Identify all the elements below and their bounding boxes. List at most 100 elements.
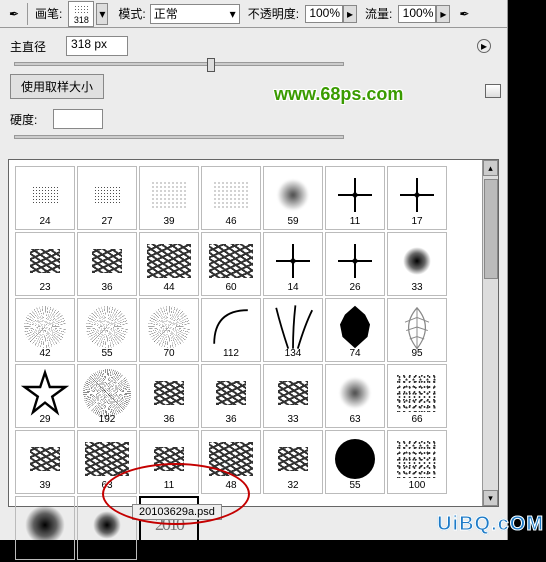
mode-select[interactable]: 正常 ▾ xyxy=(150,4,240,24)
brush-stroke-icon xyxy=(331,306,379,348)
brush-preset-cell[interactable]: 23 xyxy=(15,232,75,296)
triangle-up-icon: ▴ xyxy=(488,163,493,174)
brush-preset-cell[interactable]: 55 xyxy=(325,430,385,494)
airbrush-icon[interactable]: ✒ xyxy=(454,7,474,21)
mode-label: 模式: xyxy=(118,5,145,22)
diameter-slider[interactable] xyxy=(14,62,344,66)
brush-preset-cell[interactable]: 46 xyxy=(201,166,261,230)
brush-preset-cell[interactable]: 11 xyxy=(139,430,199,494)
chevron-down-icon: ▾ xyxy=(99,7,105,21)
brush-preset-list: 2427394659111723364460142633425570112134… xyxy=(8,159,499,507)
flyout-menu-button[interactable]: ▸ xyxy=(477,39,491,53)
brush-preset-cell[interactable]: 36 xyxy=(201,364,261,428)
brush-picker-panel: 主直径 318 px ▸ 使用取样大小 硬度: xyxy=(0,28,507,155)
brush-preset-cell[interactable]: 48 xyxy=(201,430,261,494)
flow-input[interactable]: 100% xyxy=(398,5,436,23)
brush-stroke-icon xyxy=(83,438,131,480)
slider-thumb[interactable] xyxy=(207,58,215,72)
brush-preset-cell[interactable]: 134 xyxy=(263,298,323,362)
brush-preset-cell[interactable]: 59 xyxy=(263,166,323,230)
brush-stroke-icon xyxy=(269,372,317,414)
brush-size-label: 44 xyxy=(163,282,174,293)
brush-preset-cell[interactable]: 26 xyxy=(325,232,385,296)
brush-preset-cell[interactable]: 95 xyxy=(387,298,447,362)
brush-preset-cell[interactable]: 100 xyxy=(387,430,447,494)
new-preset-button[interactable] xyxy=(485,84,501,98)
brush-size-label: 39 xyxy=(163,216,174,227)
brush-size-label: 70 xyxy=(163,348,174,359)
scroll-down-button[interactable]: ▾ xyxy=(483,490,498,506)
diameter-input[interactable]: 318 px xyxy=(66,36,128,56)
brush-stroke-icon xyxy=(83,372,131,414)
brush-preset-cell[interactable]: 39 xyxy=(15,430,75,494)
brush-preset-cell[interactable]: 45 xyxy=(77,496,137,560)
brush-size-label: 46 xyxy=(225,216,236,227)
brush-stroke-icon xyxy=(393,306,441,348)
brush-stroke-icon xyxy=(331,240,379,282)
brush-stroke-icon xyxy=(207,372,255,414)
brush-preset-cell[interactable]: 75 xyxy=(15,496,75,560)
brush-stroke-icon xyxy=(207,240,255,282)
brush-preset-cell[interactable]: 55 xyxy=(77,298,137,362)
brush-size-label: 55 xyxy=(101,348,112,359)
use-sample-size-button[interactable]: 使用取样大小 xyxy=(10,74,104,99)
brush-preset-cell[interactable]: 36 xyxy=(77,232,137,296)
brush-stroke-icon xyxy=(393,372,441,414)
brush-size-label: 24 xyxy=(39,216,50,227)
brush-size-label: 17 xyxy=(411,216,422,227)
brush-size-label: 11 xyxy=(164,480,174,491)
brush-preset-cell[interactable]: 112 xyxy=(201,298,261,362)
brush-preset-cell[interactable]: 32 xyxy=(263,430,323,494)
brush-size-label: 27 xyxy=(101,216,112,227)
brush-preset-cell[interactable]: 39 xyxy=(139,166,199,230)
brush-preset-cell[interactable]: 33 xyxy=(387,232,447,296)
brush-size-label: 318 xyxy=(161,545,178,556)
brush-preset-cell[interactable]: 24 xyxy=(15,166,75,230)
flow-flyout-button[interactable]: ▸ xyxy=(436,5,450,23)
document-tab[interactable]: 20103629a.psd xyxy=(132,504,222,520)
brush-preset-cell[interactable]: 74 xyxy=(325,298,385,362)
watermark-68ps: www.68ps.com xyxy=(274,84,403,105)
brush-size-label: 14 xyxy=(287,282,298,293)
brush-preset-cell[interactable]: 14 xyxy=(263,232,323,296)
brush-preset-cell[interactable]: 63 xyxy=(325,364,385,428)
triangle-right-icon: ▸ xyxy=(481,39,487,53)
brush-stroke-icon xyxy=(331,174,379,216)
brush-preset-thumb[interactable]: 318 xyxy=(68,1,94,27)
brush-size-label: 48 xyxy=(225,480,236,491)
brush-dropdown-button[interactable]: ▾ xyxy=(96,3,108,25)
brush-stroke-icon xyxy=(83,240,131,282)
brush-stroke-icon xyxy=(393,438,441,480)
brush-preset-cell[interactable]: 66 xyxy=(387,364,447,428)
scroll-up-button[interactable]: ▴ xyxy=(483,160,498,176)
brush-preset-cell[interactable]: 17 xyxy=(387,166,447,230)
brush-preset-cell[interactable]: 60 xyxy=(201,232,261,296)
brush-preset-cell[interactable]: 192 xyxy=(77,364,137,428)
triangle-right-icon: ▸ xyxy=(347,7,353,21)
brush-size-label: 11 xyxy=(350,216,360,227)
brush-preset-cell[interactable]: 29 xyxy=(15,364,75,428)
brush-size-label: 60 xyxy=(225,282,236,293)
brush-preset-cell[interactable]: 33 xyxy=(263,364,323,428)
brush-preset-cell[interactable]: 42 xyxy=(15,298,75,362)
brush-preset-cell[interactable]: 63 xyxy=(77,430,137,494)
brush-stroke-icon xyxy=(207,438,255,480)
brush-stroke-icon xyxy=(83,174,131,216)
brush-preset-cell[interactable]: 36 xyxy=(139,364,199,428)
triangle-right-icon: ▸ xyxy=(440,7,446,21)
opacity-input[interactable]: 100% xyxy=(305,5,343,23)
opacity-flyout-button[interactable]: ▸ xyxy=(343,5,357,23)
scroll-thumb[interactable] xyxy=(484,179,498,279)
hardness-slider[interactable] xyxy=(14,135,344,139)
brush-preset-cell[interactable]: 27 xyxy=(77,166,137,230)
brush-stroke-icon xyxy=(145,306,193,348)
brush-size-label: 36 xyxy=(225,414,236,425)
brush-preset-cell[interactable]: 44 xyxy=(139,232,199,296)
brush-stroke-icon xyxy=(393,174,441,216)
hardness-input[interactable] xyxy=(53,109,103,129)
brush-preset-cell[interactable]: 11 xyxy=(325,166,385,230)
brush-size-label: 42 xyxy=(39,348,50,359)
scrollbar[interactable]: ▴ ▾ xyxy=(482,160,498,506)
brush-preset-cell[interactable]: 70 xyxy=(139,298,199,362)
mode-value: 正常 xyxy=(154,5,178,22)
